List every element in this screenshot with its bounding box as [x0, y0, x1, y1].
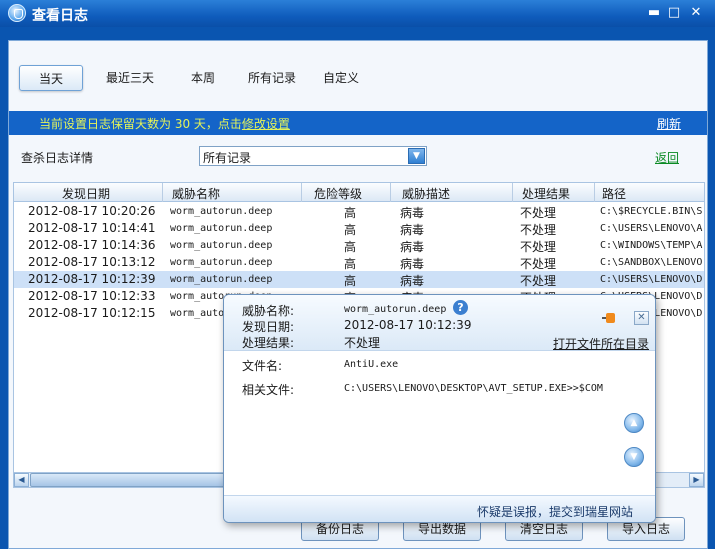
- filter-select-value: 所有记录: [203, 151, 252, 165]
- found-date-value: 2012-08-17 10:12:39: [344, 318, 472, 332]
- retention-notice: 当前设置日志保留天数为 30 天，点击修改设置: [39, 115, 290, 132]
- scroll-down-icon[interactable]: ▼: [624, 447, 644, 467]
- column-divider[interactable]: [301, 183, 302, 202]
- cell-threat-desc: 病毒: [400, 240, 425, 254]
- cell-result: 不处理: [520, 274, 557, 288]
- cell-result: 不处理: [520, 223, 557, 237]
- cell-found-date: 2012-08-17 10:14:36: [28, 238, 156, 252]
- col-found-date[interactable]: 发现日期: [62, 185, 110, 202]
- tab-last-three-days[interactable]: 最近三天: [93, 65, 167, 91]
- help-icon[interactable]: ?: [453, 300, 468, 315]
- table-row[interactable]: 2012-08-17 10:12:39 worm_autorun.deep 高 病毒 不…: [14, 271, 704, 288]
- filter-label: 查杀日志详情: [21, 151, 94, 165]
- cell-path: C:\USERS\LENOVO\D: [600, 274, 703, 285]
- cell-risk-level: 高: [344, 223, 357, 237]
- cell-path: C:\USERS\LENOVO\A: [600, 223, 703, 234]
- file-name-label: 文件名:: [242, 359, 283, 373]
- refresh-link[interactable]: 刷新: [657, 115, 681, 132]
- cell-found-date: 2012-08-17 10:12:33: [28, 289, 156, 303]
- result-value: 不处理: [344, 336, 381, 350]
- window-title: 查看日志: [32, 8, 88, 24]
- maximize-icon[interactable]: □: [666, 5, 682, 21]
- col-risk-level[interactable]: 危险等级: [314, 185, 362, 202]
- cell-path: C:\SANDBOX\LENOVO: [600, 257, 703, 268]
- pin-icon[interactable]: [602, 313, 618, 323]
- title-bar: 查看日志 ▬ □ ✕: [0, 0, 715, 27]
- threat-name-value: worm_autorun.deep: [344, 304, 447, 315]
- tab-today[interactable]: 当天: [19, 65, 83, 91]
- column-divider[interactable]: [162, 183, 163, 202]
- cell-threat-desc: 病毒: [400, 257, 425, 271]
- cell-result: 不处理: [520, 206, 557, 220]
- table-header: 发现日期 威胁名称 危险等级 威胁描述 处理结果 路径: [14, 183, 704, 202]
- cell-threat-name: worm_autorun.deep: [170, 257, 273, 268]
- cell-path: C:\WINDOWS\TEMP\A: [600, 240, 703, 251]
- tab-all-records[interactable]: 所有记录: [237, 65, 307, 91]
- table-row[interactable]: 2012-08-17 10:14:41 worm_autorun.deep 高 病毒 不…: [14, 220, 704, 237]
- cell-threat-name: worm_autorun.deep: [170, 274, 273, 285]
- cell-risk-level: 高: [344, 274, 357, 288]
- modify-settings-link[interactable]: 修改设置: [242, 117, 290, 131]
- scroll-left-icon[interactable]: ◀: [14, 473, 29, 487]
- found-date-label: 发现日期:: [242, 320, 295, 334]
- threat-name-label: 威胁名称:: [242, 304, 295, 318]
- column-divider[interactable]: [594, 183, 595, 202]
- cell-threat-desc: 病毒: [400, 223, 425, 237]
- related-file-value: C:\USERS\LENOVO\DESKTOP\AVT_SETUP.EXE>>$…: [344, 383, 603, 394]
- cell-threat-desc: 病毒: [400, 274, 425, 288]
- cell-risk-level: 高: [344, 206, 357, 220]
- scrollbar-thumb[interactable]: [30, 473, 236, 487]
- col-threat-name[interactable]: 威胁名称: [172, 185, 220, 202]
- cell-threat-name: worm_autorun.deep: [170, 240, 273, 251]
- scroll-right-icon[interactable]: ▶: [689, 473, 704, 487]
- table-row[interactable]: 2012-08-17 10:14:36 worm_autorun.deep 高 病毒 不…: [14, 237, 704, 254]
- filter-select[interactable]: 所有记录 ▼: [199, 146, 427, 166]
- info-bar: 当前设置日志保留天数为 30 天，点击修改设置 刷新: [9, 111, 707, 135]
- cell-threat-name: worm_autorun.deep: [170, 223, 273, 234]
- cell-found-date: 2012-08-17 10:20:26: [28, 204, 156, 218]
- cell-threat-name: worm_autorun.deep: [170, 206, 273, 217]
- tab-custom[interactable]: 自定义: [313, 65, 369, 91]
- result-label: 处理结果:: [242, 336, 295, 350]
- col-threat-desc[interactable]: 威胁描述: [402, 185, 450, 202]
- col-result[interactable]: 处理结果: [522, 185, 570, 202]
- column-divider[interactable]: [512, 183, 513, 202]
- table-row[interactable]: 2012-08-17 10:20:26 worm_autorun.deep 高 病毒 不…: [14, 203, 704, 220]
- col-path[interactable]: 路径: [602, 185, 626, 202]
- popup-footer: 怀疑是误报，提交到瑞星网站: [224, 495, 655, 522]
- minimize-icon[interactable]: ▬: [646, 5, 662, 21]
- threat-detail-popup: 威胁名称: worm_autorun.deep ? 发现日期: 2012-08-…: [223, 294, 656, 523]
- close-icon[interactable]: ✕: [688, 5, 704, 21]
- table-row[interactable]: 2012-08-17 10:13:12 worm_autorun.deep 高 病毒 不…: [14, 254, 704, 271]
- scroll-up-icon[interactable]: ▲: [624, 413, 644, 433]
- cell-found-date: 2012-08-17 10:13:12: [28, 255, 156, 269]
- popup-header: 威胁名称: worm_autorun.deep ? 发现日期: 2012-08-…: [224, 295, 655, 352]
- report-false-positive-link[interactable]: 怀疑是误报，提交到瑞星网站: [477, 503, 633, 520]
- popup-close-icon[interactable]: ✕: [634, 311, 649, 325]
- back-link[interactable]: 返回: [655, 149, 679, 166]
- open-file-directory-link[interactable]: 打开文件所在目录: [553, 335, 649, 352]
- tab-this-week[interactable]: 本周: [175, 65, 231, 91]
- cell-found-date: 2012-08-17 10:14:41: [28, 221, 156, 235]
- related-file-label: 相关文件:: [242, 383, 295, 397]
- file-name-value: AntiU.exe: [344, 359, 399, 370]
- dropdown-arrow-icon[interactable]: ▼: [408, 148, 425, 164]
- cell-risk-level: 高: [344, 240, 357, 254]
- cell-path: C:\$RECYCLE.BIN\S: [600, 206, 703, 217]
- cell-risk-level: 高: [344, 257, 357, 271]
- cell-result: 不处理: [520, 257, 557, 271]
- column-divider[interactable]: [390, 183, 391, 202]
- retention-notice-text: 当前设置日志保留天数为 30 天，点击: [39, 117, 242, 131]
- cell-threat-desc: 病毒: [400, 206, 425, 220]
- app-shield-icon: [8, 4, 26, 22]
- cell-found-date: 2012-08-17 10:12:39: [28, 272, 156, 286]
- cell-result: 不处理: [520, 240, 557, 254]
- cell-found-date: 2012-08-17 10:12:15: [28, 306, 156, 320]
